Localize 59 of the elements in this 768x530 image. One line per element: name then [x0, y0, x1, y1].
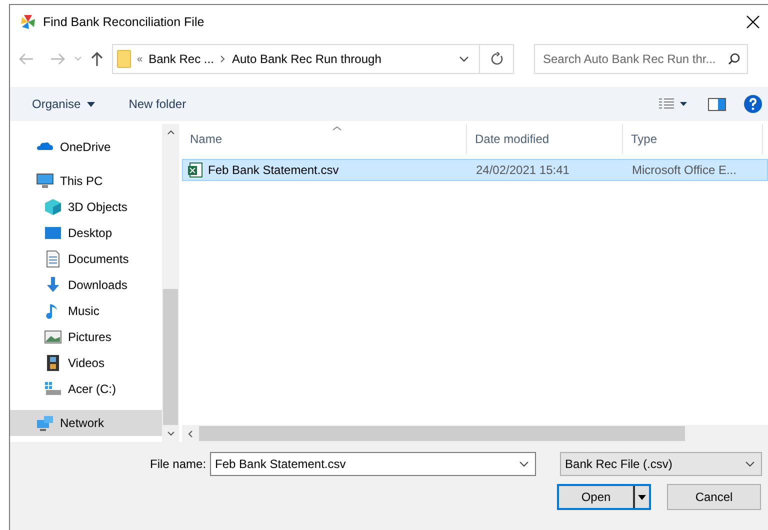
file-row[interactable]: Feb Bank Statement.csv 24/02/2021 15:41 Microsoft Office E... [182, 159, 768, 181]
new-folder-button[interactable]: New folder [126, 95, 188, 113]
file-name-field[interactable]: Feb Bank Statement.csv [210, 452, 536, 476]
document-icon [44, 250, 62, 268]
cancel-button[interactable]: Cancel [667, 484, 761, 510]
horizontal-scrollbar[interactable] [182, 425, 768, 442]
caret-icon [745, 461, 756, 467]
breadcrumb[interactable]: « [137, 54, 143, 64]
sidebar-item[interactable]: Documents [10, 246, 162, 272]
up-arrow-icon[interactable] [90, 51, 104, 67]
refresh-icon [490, 52, 504, 66]
file-type-dropdown[interactable]: Bank Rec File (.csv) [560, 452, 762, 476]
help-icon[interactable] [744, 95, 762, 113]
dropdown-caret-icon[interactable] [519, 461, 530, 467]
sidebar-item[interactable]: Videos [10, 350, 162, 376]
column-header[interactable]: Name [182, 124, 467, 154]
organise-menu-button[interactable]: Organise [30, 95, 97, 113]
breadcrumb[interactable]: Auto Bank Rec Run through [232, 52, 382, 66]
picture-icon [44, 328, 62, 346]
window-title: Find Bank Reconciliation File [43, 15, 206, 29]
spreadsheet-icon [187, 162, 203, 178]
dropdown-caret-icon[interactable] [459, 56, 469, 62]
sidebar-item[interactable]: This PC [10, 168, 162, 194]
column-header[interactable]: Date modified [467, 124, 623, 154]
sidebar-item[interactable]: Downloads [10, 272, 162, 298]
network-icon [36, 414, 54, 432]
open-button[interactable]: Open [557, 484, 651, 510]
refresh-button[interactable] [480, 44, 514, 74]
pc-icon [36, 172, 54, 190]
sidebar-item[interactable]: OneDrive [10, 134, 162, 160]
app-logo-icon [20, 14, 36, 30]
search-field[interactable]: Search Auto Bank Rec Run thr... [534, 44, 748, 74]
sidebar-item[interactable]: 3D Objects [10, 194, 162, 220]
address-bar[interactable]: « Bank Rec ... Auto Bank Rec Run through [112, 44, 480, 74]
scroll-thumb[interactable] [199, 426, 685, 441]
table-cell: Feb Bank Statement.csv [208, 163, 339, 177]
preview-pane-icon[interactable] [708, 98, 726, 110]
table-cell-text: 24/02/2021 15:41 [475, 163, 570, 177]
sidebar-item[interactable]: Desktop [10, 220, 162, 246]
table-cell-text: Microsoft Office E... [631, 163, 738, 177]
chevron-icon [220, 55, 226, 63]
cube-icon [44, 198, 62, 216]
sidebar-item[interactable]: Music [10, 298, 162, 324]
video-icon [44, 354, 62, 372]
drive-icon [44, 380, 62, 398]
download-icon [44, 276, 62, 294]
vertical-scrollbar[interactable] [162, 124, 179, 442]
column-header[interactable]: Type [623, 124, 763, 154]
caret-icon [86, 102, 95, 106]
sidebar-item[interactable]: Acer (C:) [10, 376, 162, 402]
sidebar-item[interactable]: Network [10, 410, 162, 436]
search-icon [728, 53, 740, 65]
sidebar-item[interactable]: Pictures [10, 324, 162, 350]
file-name-label: File name: [150, 457, 206, 471]
desktop-icon [44, 224, 62, 242]
breadcrumb[interactable]: Bank Rec ... [148, 52, 214, 66]
folder-icon [117, 50, 131, 68]
scroll-thumb[interactable] [163, 289, 178, 425]
caret-icon [638, 494, 646, 500]
